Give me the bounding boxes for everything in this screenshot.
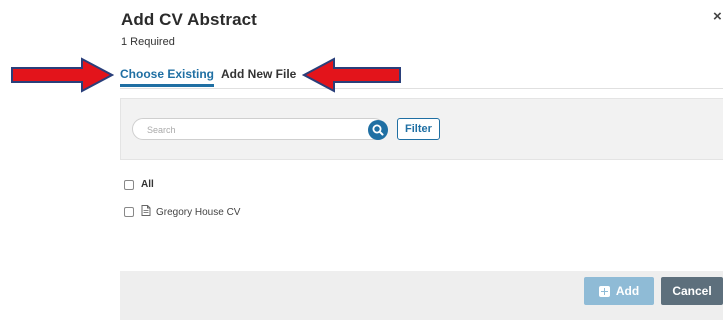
close-icon[interactable]: × [713, 8, 722, 25]
dialog-title: Add CV Abstract [121, 10, 257, 29]
add-button[interactable]: Add [584, 277, 654, 305]
right-arrow-annotation [11, 57, 114, 93]
search-input[interactable] [147, 122, 357, 137]
select-all-row[interactable]: All [124, 179, 154, 190]
dialog-footer: Add Cancel [120, 271, 723, 320]
required-count: 1 Required [121, 36, 175, 48]
tab-add-new-file[interactable]: Add New File [221, 67, 296, 81]
document-icon [141, 205, 151, 219]
search-filter-panel: Filter [120, 98, 723, 160]
left-arrow-annotation [302, 57, 401, 93]
filter-button[interactable]: Filter [397, 118, 440, 140]
list-item[interactable]: Gregory House CV [124, 205, 240, 219]
cancel-button[interactable]: Cancel [661, 277, 723, 305]
plus-icon [598, 285, 610, 297]
select-all-label: All [141, 179, 154, 190]
search-field[interactable] [132, 118, 388, 140]
file-name: Gregory House CV [156, 206, 241, 218]
file-checkbox[interactable] [124, 207, 134, 217]
add-button-label: Add [615, 284, 640, 298]
search-icon[interactable] [368, 120, 388, 140]
tab-choose-existing[interactable]: Choose Existing [120, 67, 215, 87]
tab-divider [120, 88, 723, 89]
select-all-checkbox[interactable] [124, 179, 134, 190]
